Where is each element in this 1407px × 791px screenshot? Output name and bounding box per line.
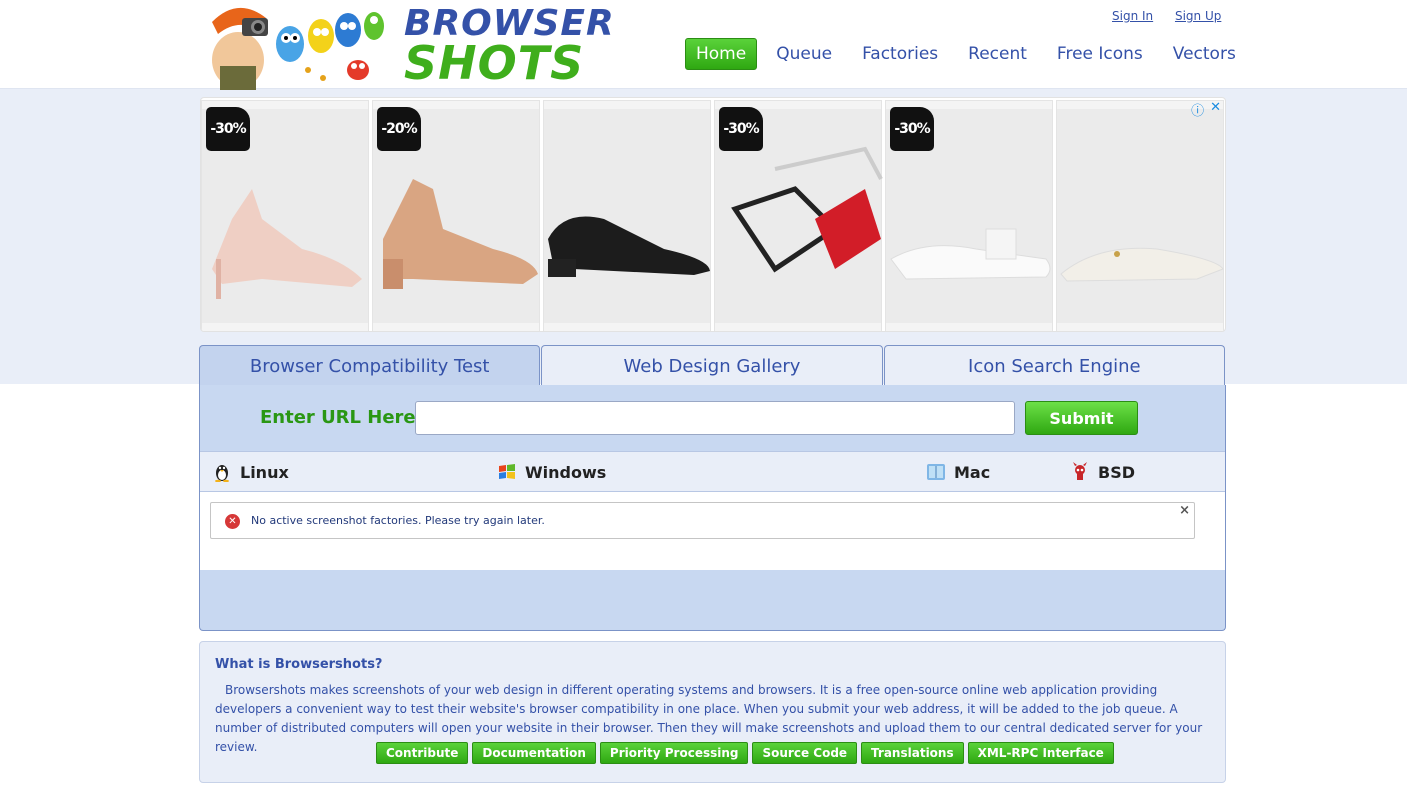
priority-processing-button[interactable]: Priority Processing: [599, 742, 749, 764]
discount-tag: -30%: [719, 107, 763, 151]
alert-area: ✕ No active screenshot factories. Please…: [200, 492, 1225, 570]
account-links: Sign In Sign Up: [1112, 9, 1239, 23]
os-mac[interactable]: Mac: [926, 462, 990, 482]
discount-tag: -20%: [377, 107, 421, 151]
about-links: Contribute Documentation Priority Proces…: [376, 742, 1114, 764]
nav-queue[interactable]: Queue: [765, 38, 843, 70]
about-title: What is Browsershots?: [215, 657, 383, 672]
cartoon-mascot-icon: [212, 7, 384, 90]
white-mule-image: [1060, 247, 1224, 282]
ad-card[interactable]: -30%: [714, 100, 883, 331]
product-image: [544, 109, 710, 323]
nav-free-icons[interactable]: Free Icons: [1046, 38, 1154, 70]
submit-button[interactable]: Submit: [1025, 401, 1138, 435]
discount-tag: -30%: [206, 107, 250, 151]
mac-icon: [927, 464, 945, 480]
url-label: Enter URL Here:: [260, 407, 423, 428]
nav-recent[interactable]: Recent: [957, 38, 1038, 70]
os-label: Mac: [954, 462, 991, 482]
tab-browser-compatibility-test[interactable]: Browser Compatibility Test: [199, 345, 541, 386]
browser-test-panel: Enter URL Here: Submit Linux Windows Mac…: [199, 385, 1226, 631]
source-code-button[interactable]: Source Code: [752, 742, 858, 764]
sign-up-link[interactable]: Sign Up: [1175, 9, 1221, 23]
alert-message: No active screenshot factories. Please t…: [251, 514, 545, 527]
error-alert: ✕ No active screenshot factories. Please…: [210, 502, 1195, 539]
advertisement-banner[interactable]: -30% -20% -30% -30% ⓘ ✕: [200, 97, 1226, 332]
site-logo[interactable]: BROWSER SHOTS: [198, 0, 614, 90]
os-row: Linux Windows Mac BSD: [200, 451, 1225, 492]
tab-icon-search-engine[interactable]: Icon Search Engine: [883, 345, 1225, 386]
ad-card[interactable]: -20%: [372, 100, 540, 331]
error-icon: ✕: [225, 514, 240, 529]
nav-home[interactable]: Home: [685, 38, 758, 70]
tab-web-design-gallery[interactable]: Web Design Gallery: [541, 345, 883, 386]
windows-icon: [499, 464, 515, 479]
ad-card[interactable]: [1056, 100, 1224, 331]
logo-wordmark: BROWSER SHOTS: [404, 6, 615, 90]
nav-vectors[interactable]: Vectors: [1162, 38, 1247, 70]
bsd-daemon-icon: [1073, 462, 1087, 480]
contribute-button[interactable]: Contribute: [376, 742, 469, 764]
ad-card[interactable]: -30%: [885, 100, 1053, 331]
url-input[interactable]: [415, 401, 1015, 435]
ad-card[interactable]: [543, 100, 711, 331]
black-loafer-image: [548, 216, 710, 277]
os-linux[interactable]: Linux: [212, 462, 289, 482]
main-nav: Home Queue Factories Recent Free Icons V…: [685, 38, 1255, 70]
logo-line2: SHOTS: [404, 36, 585, 90]
ad-card[interactable]: -30%: [201, 100, 369, 331]
alert-close-icon[interactable]: ×: [1179, 503, 1190, 518]
about-section: What is Browsershots? Browsershots makes…: [199, 641, 1226, 783]
tux-icon: [215, 465, 229, 482]
info-icon[interactable]: ⓘ: [1191, 100, 1204, 119]
close-icon[interactable]: ✕: [1210, 100, 1221, 119]
product-image: [1057, 109, 1224, 323]
ad-controls: ⓘ ✕: [1191, 100, 1221, 119]
feature-tabs: Browser Compatibility Test Web Design Ga…: [199, 345, 1226, 386]
documentation-button[interactable]: Documentation: [472, 742, 596, 764]
sign-in-link[interactable]: Sign In: [1112, 9, 1153, 23]
os-label: Windows: [525, 462, 607, 482]
os-label: Linux: [240, 462, 289, 482]
xml-rpc-interface-button[interactable]: XML-RPC Interface: [967, 742, 1114, 764]
discount-tag: -30%: [890, 107, 934, 151]
nav-factories[interactable]: Factories: [851, 38, 949, 70]
translations-button[interactable]: Translations: [861, 742, 964, 764]
os-windows[interactable]: Windows: [497, 462, 606, 482]
os-label: BSD: [1098, 462, 1135, 482]
os-bsd[interactable]: BSD: [1070, 462, 1135, 482]
